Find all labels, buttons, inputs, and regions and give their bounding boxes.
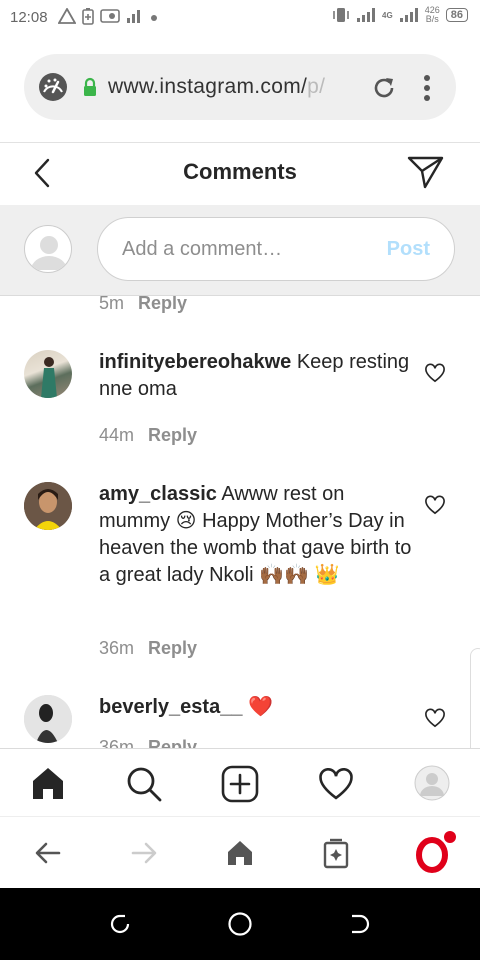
avatar-photo [24,695,72,743]
commenter-avatar[interactable] [24,350,72,398]
reload-icon[interactable] [370,74,398,102]
back-arrow-icon[interactable] [34,839,62,867]
activity-heart-icon[interactable] [317,767,355,801]
comment-text: infinityebereohakwe Keep resting nne oma [99,349,414,403]
comment-time: 44m [99,425,135,445]
commenter-avatar[interactable] [24,482,72,530]
reply-button[interactable]: Reply [138,296,187,313]
signal-icon [357,8,376,22]
scroll-indicator[interactable] [470,648,480,748]
comment-time: 5m [99,296,125,313]
comments-header: Comments [0,142,480,206]
battery-level: 86 [445,8,468,22]
comment-username[interactable]: beverly_esta__ [99,696,242,718]
profile-icon[interactable] [414,765,450,801]
post-button[interactable]: Post [387,238,430,261]
system-recents-icon[interactable] [108,912,132,936]
comment-input[interactable]: Add a comment… Post [97,217,455,281]
avatar-photo [24,482,72,530]
network-speed: 426 B/s [425,6,440,24]
url-fade: p/ [307,75,326,98]
comment-time: 36m [99,737,135,748]
comment-meta: 44m Reply [99,425,197,446]
screenshot-icon [100,9,120,23]
url-main: www.instagram.com/ [108,75,308,98]
signal-icon-2 [399,8,418,22]
comment-text: beverly_esta__ ❤️ [99,694,414,721]
new-post-icon[interactable] [221,765,259,803]
comment-username[interactable]: infinityebereohakwe [99,351,291,373]
network-speed-unit: B/s [425,14,439,24]
system-navigation-bar [0,888,480,960]
reply-button[interactable]: Reply [148,737,197,748]
avatar-photo [41,357,57,398]
status-time: 12:08 [10,9,48,26]
more-vert-icon[interactable] [422,74,432,102]
comment-text: amy_classic Awww rest on mummy 😢 Happy M… [99,481,414,589]
battery-saver-icon [82,8,94,25]
comments-list[interactable]: 5m Reply infinityebereohakwe Keep resting… [0,296,480,748]
speed-dial-icon[interactable] [38,72,68,102]
comment-placeholder: Add a comment… [122,238,283,260]
status-bar: 12:08 4G 426 B/s 86 [0,0,480,34]
url-text[interactable]: www.instagram.com/p/ [108,75,325,99]
browser-bottom-nav [0,816,480,889]
comment-body: ❤️ [242,696,273,718]
like-heart-icon[interactable] [424,363,446,383]
direct-message-icon[interactable] [407,155,445,189]
reply-button[interactable]: Reply [148,425,197,445]
default-avatar-icon [31,236,67,270]
browser-home-icon[interactable] [226,839,254,867]
comment-meta: 36m Reply [99,737,197,748]
current-user-avatar [24,225,72,273]
comment-meta: 5m Reply [99,296,187,314]
lock-icon [84,77,96,96]
network-type: 4G [382,10,393,20]
system-home-icon[interactable] [227,911,253,937]
reply-button[interactable]: Reply [148,638,197,658]
signal-small-icon [127,10,140,23]
vibrate-icon [333,8,349,22]
home-icon[interactable] [30,765,66,801]
status-system-icons: 4G 426 B/s 86 [332,6,468,24]
search-icon[interactable] [125,765,163,803]
comment-username[interactable]: amy_classic [99,483,217,505]
comment-meta: 36m Reply [99,638,197,659]
comment-input-bar: Add a comment… Post [0,205,480,296]
dot-icon [151,15,157,21]
instagram-bottom-nav [0,748,480,817]
status-notification-icons [58,7,158,25]
comment-time: 36m [99,638,135,658]
opera-icon[interactable] [414,829,460,873]
alert-triangle-icon [58,8,76,24]
address-bar[interactable]: www.instagram.com/p/ [24,54,456,120]
system-back-icon[interactable] [348,912,372,936]
like-heart-icon[interactable] [424,708,446,728]
like-heart-icon[interactable] [424,495,446,515]
browser-toolbar: www.instagram.com/p/ [0,34,480,142]
tabs-icon[interactable] [322,837,350,869]
forward-arrow-icon[interactable] [130,839,158,867]
commenter-avatar[interactable] [24,695,72,743]
